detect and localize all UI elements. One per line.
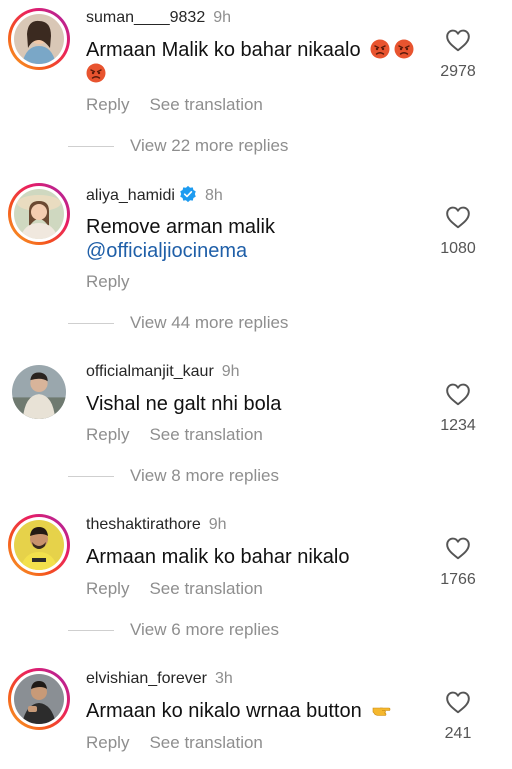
view-replies-label: View 22 more replies (130, 136, 289, 155)
like-count: 1234 (440, 417, 476, 434)
comment-text: Armaan ko nikalo wrnaa button (86, 700, 362, 722)
comment-username[interactable]: officialmanjit_kaur (86, 363, 214, 380)
reply-button[interactable]: Reply (86, 95, 129, 114)
angry-face-emoji (370, 39, 390, 59)
avatar[interactable] (8, 8, 70, 70)
reply-button[interactable]: Reply (86, 579, 129, 598)
view-replies-button[interactable]: View 8 more replies (68, 466, 279, 486)
comment-timestamp: 3h (214, 670, 233, 687)
view-replies-button[interactable]: View 6 more replies (68, 620, 279, 640)
avatar[interactable] (8, 668, 70, 730)
reply-button[interactable]: Reply (86, 272, 129, 291)
comment-timestamp: 8h (204, 187, 223, 204)
like-count: 2978 (440, 63, 476, 80)
comment-text-block: Armaan malik ko bahar nikalo (86, 545, 426, 569)
comment-text-block: Armaan ko nikalo wrnaa button (86, 699, 426, 723)
heart-icon[interactable] (445, 382, 471, 406)
view-replies-button[interactable]: View 22 more replies (68, 136, 288, 156)
view-replies-label: View 44 more replies (130, 313, 289, 332)
avatar[interactable] (8, 183, 70, 245)
comment-text: Armaan Malik ko bahar nikaalo (86, 39, 361, 61)
like-count: 1766 (440, 571, 476, 588)
comment-timestamp: 9h (221, 363, 240, 380)
reply-button[interactable]: Reply (86, 733, 129, 752)
heart-icon[interactable] (445, 205, 471, 229)
comment-timestamp: 9h (213, 9, 232, 26)
comment-username[interactable]: elvishian_forever (86, 670, 207, 687)
view-replies-button[interactable]: View 44 more replies (68, 313, 288, 333)
avatar[interactable] (8, 361, 70, 423)
comment-text: Remove arman malik (86, 216, 275, 238)
reply-divider-line (68, 323, 114, 325)
comment-text: Armaan malik ko bahar nikalo (86, 546, 350, 568)
comment-text-block: Vishal ne galt nhi bola (86, 392, 426, 416)
verified-badge-icon (180, 185, 196, 203)
heart-icon[interactable] (445, 28, 471, 52)
see-translation-button[interactable]: See translation (149, 95, 262, 114)
angry-face-emoji (394, 39, 414, 59)
see-translation-button[interactable]: See translation (149, 579, 262, 598)
angry-face-emoji (86, 63, 106, 83)
comment-username[interactable]: suman____9832 (86, 9, 205, 26)
comment-text: Vishal ne galt nhi bola (86, 393, 282, 415)
pointing-hand-emoji (371, 700, 391, 720)
comment-text-block: Remove arman malik @officialjiocinema (86, 215, 426, 263)
comment-username[interactable]: aliya_hamidi (86, 187, 175, 204)
reply-divider-line (68, 146, 114, 148)
see-translation-button[interactable]: See translation (149, 425, 262, 444)
reply-divider-line (68, 630, 114, 632)
like-count: 1080 (440, 240, 476, 257)
see-translation-button[interactable]: See translation (149, 733, 262, 752)
heart-icon[interactable] (445, 536, 471, 560)
view-replies-label: View 8 more replies (130, 466, 279, 485)
comment-username[interactable]: theshaktirathore (86, 516, 201, 533)
comment-timestamp: 9h (208, 516, 227, 533)
comment-text-block: Armaan Malik ko bahar nikaalo (86, 38, 426, 86)
heart-icon[interactable] (445, 690, 471, 714)
view-replies-label: View 6 more replies (130, 620, 279, 639)
avatar[interactable] (8, 514, 70, 576)
like-count: 241 (444, 725, 472, 742)
reply-divider-line (68, 476, 114, 478)
reply-button[interactable]: Reply (86, 425, 129, 444)
mention-link[interactable]: @officialjiocinema (86, 240, 247, 262)
